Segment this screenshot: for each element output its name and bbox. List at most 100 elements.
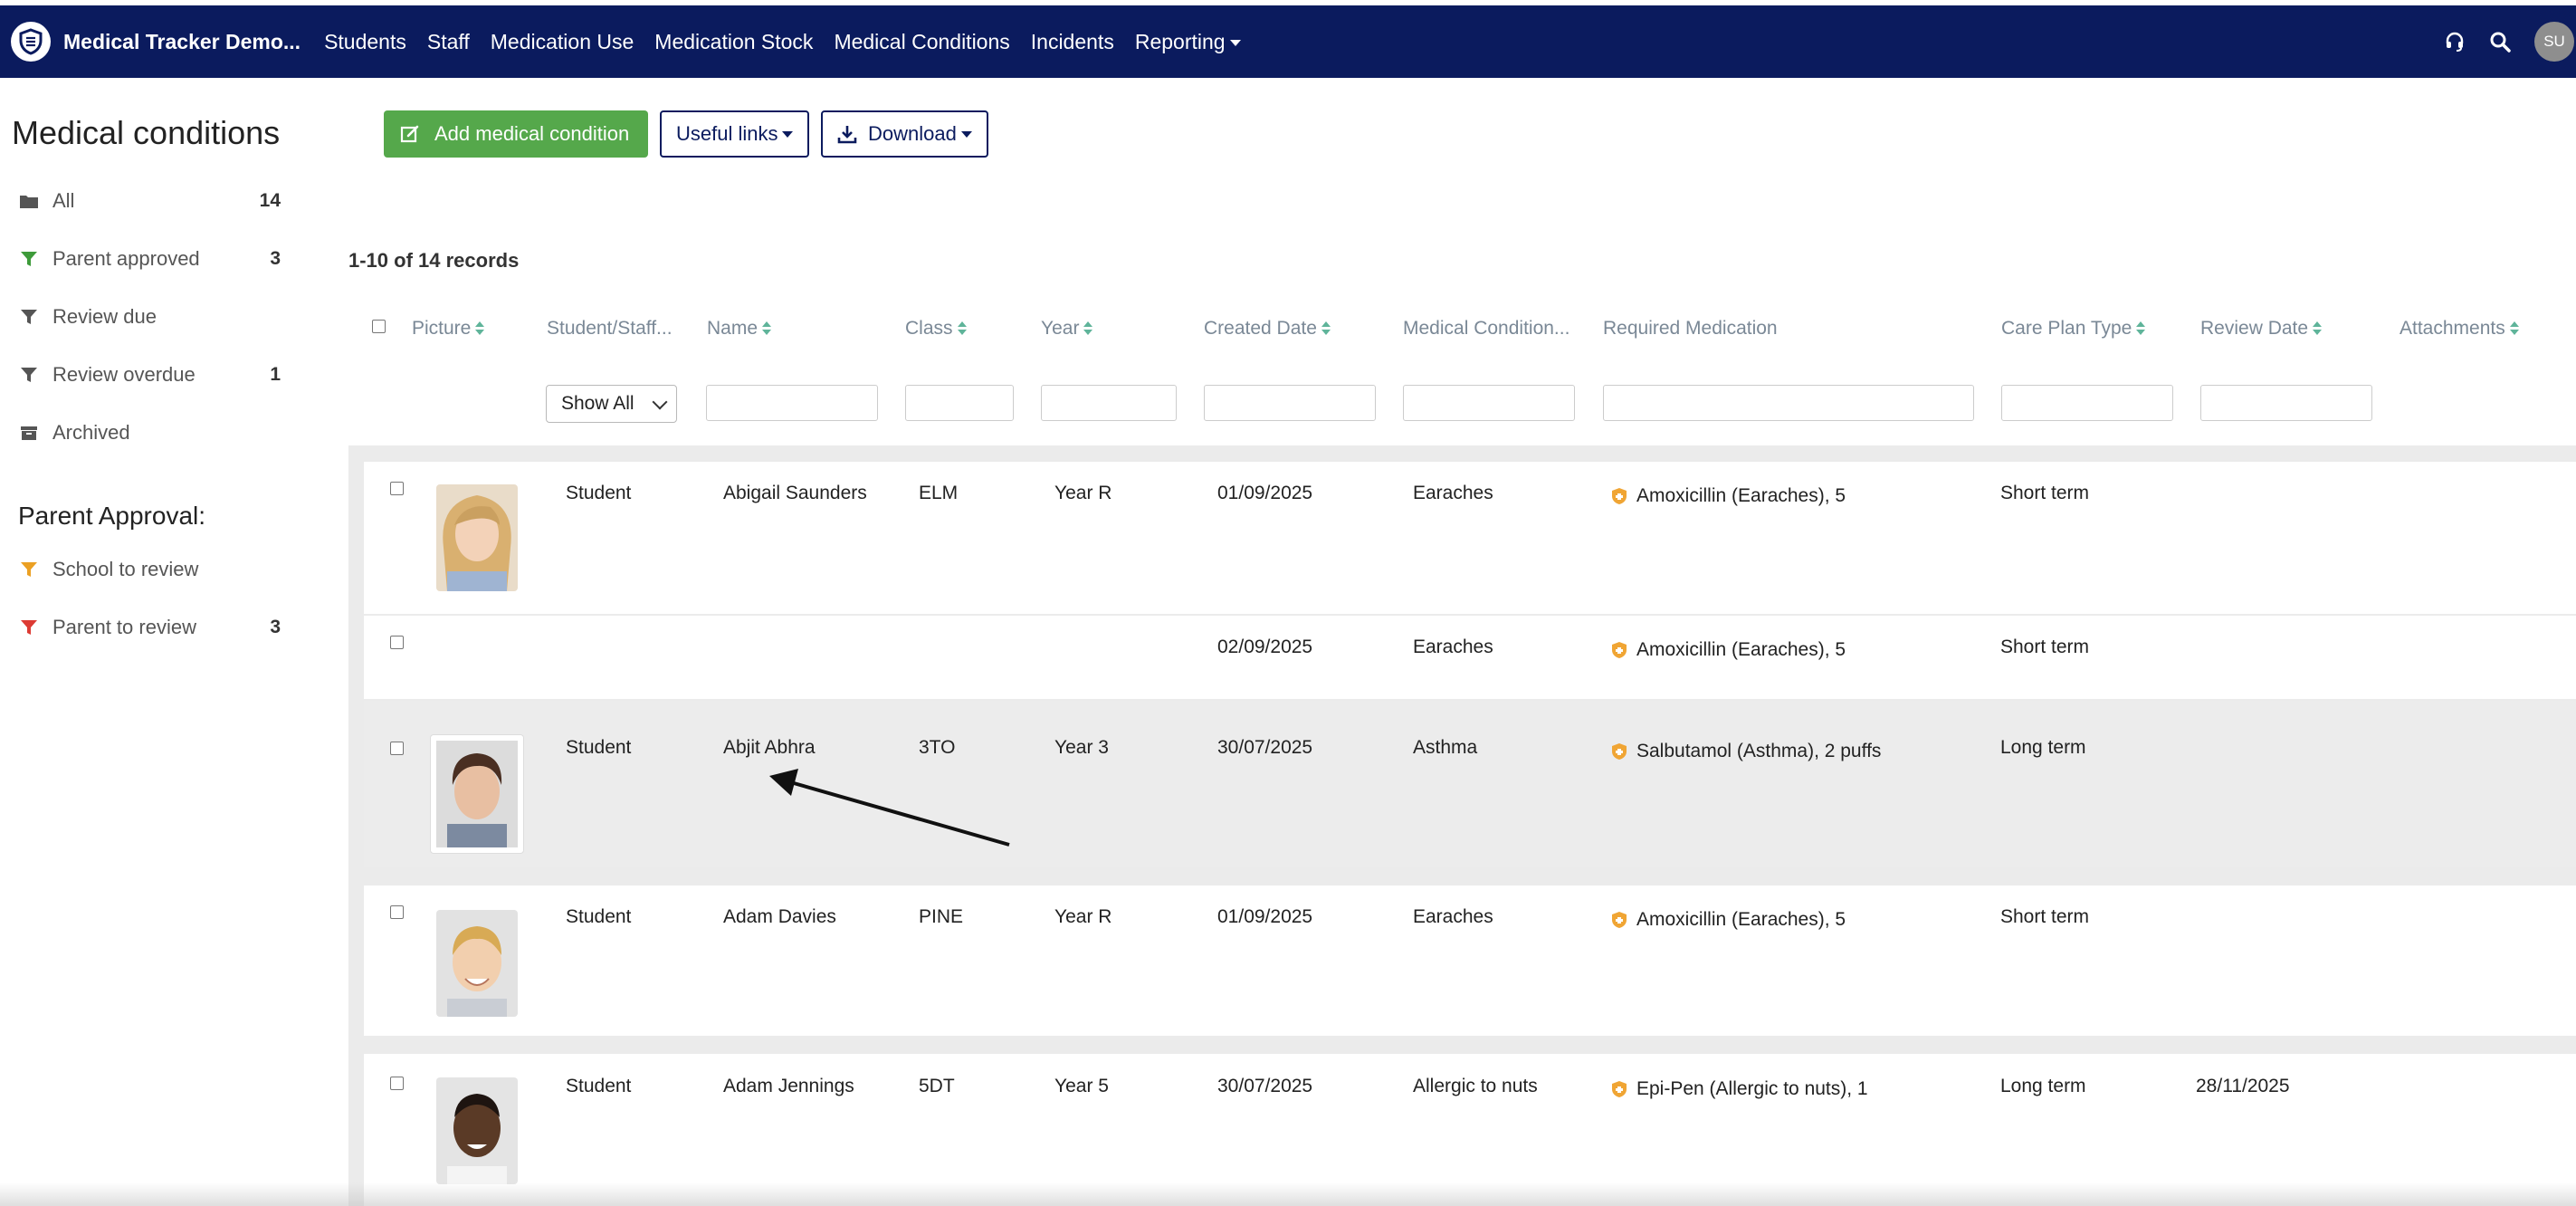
medication-shield-icon [1612,743,1627,760]
sidebar-item-label: All [52,189,75,212]
student-photo [436,910,518,1017]
column-header-care-plan-type[interactable]: Care Plan Type [2001,318,2146,340]
column-header-attachments[interactable]: Attachments [2399,318,2519,340]
cell-class: 5DT [919,1076,955,1096]
cell-created-date: 30/07/2025 [1217,737,1313,758]
sidebar-item-all[interactable]: All 14 [18,183,281,219]
review-date-filter-input[interactable] [2200,385,2372,421]
add-medical-condition-button[interactable]: Add medical condition [384,110,648,158]
cell-type: Student [566,483,632,503]
column-header-picture[interactable]: Picture [412,318,485,340]
cell-condition: Earaches [1413,906,1493,927]
sidebar-item-parent-to-review[interactable]: Parent to review 3 [18,609,281,646]
filter-icon [18,366,40,384]
nav-reporting-dropdown[interactable]: Reporting [1135,30,1241,54]
cell-year: Year R [1054,483,1112,503]
nav-staff[interactable]: Staff [427,30,470,54]
cell-name[interactable]: Adam Jennings [723,1076,854,1097]
column-header-name[interactable]: Name [707,318,772,340]
cell-class: PINE [919,906,964,927]
sidebar-item-archived[interactable]: Archived [18,415,281,451]
cell-name[interactable]: Adam Davies [723,906,836,928]
sidebar-item-review-overdue[interactable]: Review overdue 1 [18,357,281,393]
medication-label: Amoxicillin (Earaches), 5 [1636,485,1846,506]
column-header-created-date[interactable]: Created Date [1204,318,1331,340]
sidebar-item-review-due[interactable]: Review due [18,299,281,335]
column-header-class[interactable]: Class [905,318,967,340]
medication-filter-input[interactable] [1603,385,1974,421]
care-plan-filter-input[interactable] [2001,385,2173,421]
sidebar-item-label: Review overdue [52,363,196,386]
useful-links-button[interactable]: Useful links [660,110,810,158]
record-count: 1-10 of 14 records [348,249,520,272]
nav-incidents[interactable]: Incidents [1031,30,1114,54]
sort-icon [2509,321,2519,336]
cell-condition: Earaches [1413,483,1493,503]
cell-name[interactable]: Abjit Abhra [723,737,816,759]
row-checkbox[interactable] [390,742,404,755]
cell-medication: Amoxicillin (Earaches), 5 [1611,639,1846,661]
column-header-year[interactable]: Year [1041,318,1093,340]
medication-label: Salbutamol (Asthma), 2 puffs [1636,741,1882,761]
sidebar-item-label: Parent to review [52,616,196,638]
cell-created-date: 02/09/2025 [1217,636,1313,657]
cell-medication: Amoxicillin (Earaches), 5 [1611,909,1846,931]
cell-medication: Amoxicillin (Earaches), 5 [1611,485,1846,507]
brand-title[interactable]: Medical Tracker Demo... [63,30,301,54]
sort-icon [762,321,772,336]
shield-logo-icon[interactable] [11,22,51,62]
row-checkbox[interactable] [390,482,404,495]
useful-links-label: Useful links [676,122,778,145]
nav-medication-stock[interactable]: Medication Stock [654,30,813,54]
class-filter-input[interactable] [905,385,1014,421]
row-checkbox[interactable] [390,1077,404,1090]
row-checkbox[interactable] [390,636,404,649]
select-all-checkbox[interactable] [372,320,386,333]
medication-shield-icon [1612,488,1627,504]
row-checkbox[interactable] [390,905,404,919]
column-header-student-staff[interactable]: Student/Staff... [547,318,673,340]
condition-filter-input[interactable] [1403,385,1575,421]
created-date-filter-input[interactable] [1204,385,1376,421]
nav-students[interactable]: Students [324,30,406,54]
cell-year: Year R [1054,906,1112,927]
cell-name[interactable]: Abigail Saunders [723,483,867,504]
year-filter-input[interactable] [1041,385,1177,421]
column-label: Review Date [2200,318,2309,339]
sidebar-item-parent-approved[interactable]: Parent approved 3 [18,241,281,277]
sidebar-item-school-to-review[interactable]: School to review [18,551,281,588]
cell-care-plan: Short term [2000,636,2090,657]
student-staff-filter-select[interactable]: Show All [546,385,677,423]
filter-orange-icon [18,560,40,579]
download-button[interactable]: Download [821,110,988,158]
table-row[interactable]: Student Abigail Saunders ELM Year R 01/0… [364,462,2576,614]
column-label: Class [905,318,953,339]
nav-medication-use[interactable]: Medication Use [491,30,634,54]
column-label: Medical Condition... [1403,318,1570,339]
student-photo [436,484,518,591]
annotation-arrow [769,769,1010,847]
cell-created-date: 01/09/2025 [1217,906,1313,927]
filter-red-icon [18,618,40,636]
download-icon [837,126,857,144]
caret-down-icon [960,130,972,138]
table-row[interactable]: 02/09/2025 Earaches Amoxicillin (Earache… [364,616,2576,699]
user-avatar[interactable]: SU [2534,22,2574,62]
table-row[interactable]: Student Abjit Abhra 3TO Year 3 30/07/202… [364,701,2576,867]
medication-label: Amoxicillin (Earaches), 5 [1636,909,1846,930]
sort-icon [2313,321,2323,336]
table-row[interactable]: Student Adam Davies PINE Year R 01/09/20… [364,885,2576,1036]
sidebar-item-label: Archived [52,421,130,444]
column-header-required-medication[interactable]: Required Medication [1603,318,1778,340]
sort-icon [475,321,485,336]
column-header-medical-condition[interactable]: Medical Condition... [1403,318,1569,340]
sort-icon [957,321,967,336]
column-header-review-date[interactable]: Review Date [2200,318,2323,340]
sidebar-item-count: 1 [270,364,281,385]
search-icon[interactable] [2489,31,2511,53]
support-headset-icon[interactable] [2444,31,2466,53]
name-filter-input[interactable] [706,385,878,421]
parent-approval-heading: Parent Approval: [18,502,206,530]
medication-label: Amoxicillin (Earaches), 5 [1636,639,1846,660]
nav-medical-conditions[interactable]: Medical Conditions [834,30,1009,54]
